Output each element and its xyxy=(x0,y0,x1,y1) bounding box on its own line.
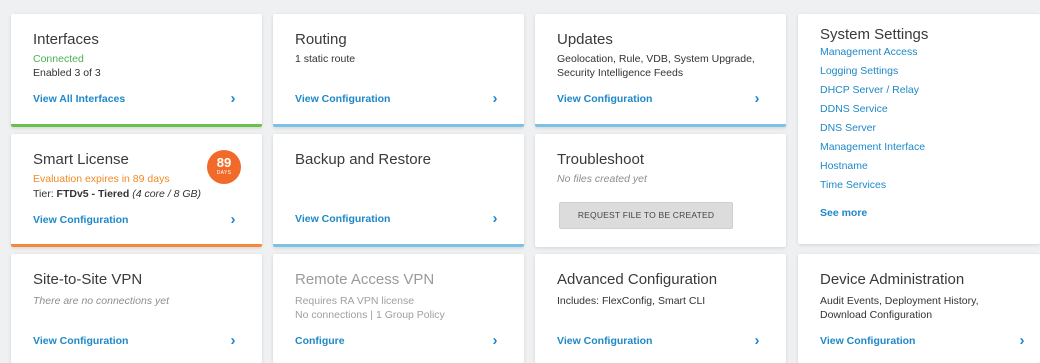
advanced-configuration-card: Advanced Configuration Includes: FlexCon… xyxy=(535,254,786,363)
updates-line1: Geolocation, Rule, VDB, System Upgrade, xyxy=(557,53,755,65)
interfaces-card: Interfaces Connected Enabled 3 of 3 View… xyxy=(11,14,262,127)
days-remaining-badge: 89 DAYS xyxy=(207,150,241,184)
system-settings-card: System Settings Management Access Loggin… xyxy=(798,14,1040,244)
advanced-view-configuration-link[interactable]: View Configuration xyxy=(557,335,652,347)
site-to-site-vpn-title: Site-to-Site VPN xyxy=(33,271,143,288)
site-to-site-vpn-card: Site-to-Site VPN There are no connection… xyxy=(11,254,262,363)
request-file-button[interactable]: REQUEST FILE TO BE CREATED xyxy=(559,202,733,229)
management-access-link[interactable]: Management Access xyxy=(820,46,917,58)
updates-card: Updates Geolocation, Rule, VDB, System U… xyxy=(535,14,786,127)
chevron-right-icon[interactable]: › xyxy=(227,91,239,106)
status-bar xyxy=(11,124,262,127)
interfaces-status: Connected xyxy=(33,53,84,65)
interfaces-enabled-count: Enabled 3 of 3 xyxy=(33,67,101,79)
system-settings-title: System Settings xyxy=(820,26,929,43)
backup-restore-card: Backup and Restore View Configuration › xyxy=(273,134,524,247)
troubleshoot-card: Troubleshoot No files created yet xyxy=(535,134,786,247)
evaluation-expiry-text: Evaluation expires in 89 days xyxy=(33,173,170,185)
backup-restore-title: Backup and Restore xyxy=(295,151,431,168)
updates-line2: Security Intelligence Feeds xyxy=(557,67,684,79)
chevron-right-icon[interactable]: › xyxy=(751,91,763,106)
device-administration-card: Device Administration Audit Events, Depl… xyxy=(798,254,1040,363)
updates-title: Updates xyxy=(557,31,613,48)
chevron-right-icon[interactable]: › xyxy=(751,333,763,348)
status-bar xyxy=(535,124,786,127)
badge-number: 89 xyxy=(216,155,232,170)
chevron-right-icon[interactable]: › xyxy=(489,211,501,226)
chevron-right-icon[interactable]: › xyxy=(1016,333,1028,348)
time-services-link[interactable]: Time Services xyxy=(820,179,886,191)
device-administration-title: Device Administration xyxy=(820,271,965,288)
device-admin-view-configuration-link[interactable]: View Configuration xyxy=(820,335,915,347)
routing-view-configuration-link[interactable]: View Configuration xyxy=(295,93,390,105)
remote-access-configure-link[interactable]: Configure xyxy=(295,335,345,347)
chevron-right-icon[interactable]: › xyxy=(227,212,239,227)
remote-access-vpn-card: Remote Access VPN Requires RA VPN licens… xyxy=(273,254,524,363)
dns-server-link[interactable]: DNS Server xyxy=(820,122,876,134)
troubleshoot-status: No files created yet xyxy=(557,173,647,185)
device-administration-line1: Audit Events, Deployment History, xyxy=(820,295,979,307)
smart-license-title: Smart License xyxy=(33,151,129,168)
status-bar xyxy=(273,244,524,247)
site-to-site-view-configuration-link[interactable]: View Configuration xyxy=(33,335,128,347)
view-all-interfaces-link[interactable]: View All Interfaces xyxy=(33,93,125,105)
tier-value: FTDv5 - Tiered xyxy=(56,188,130,200)
dhcp-server-relay-link[interactable]: DHCP Server / Relay xyxy=(820,84,919,96)
routing-summary: 1 static route xyxy=(295,53,356,65)
tier-detail: (4 core / 8 GB) xyxy=(129,188,202,200)
status-bar xyxy=(273,124,524,127)
logging-settings-link[interactable]: Logging Settings xyxy=(820,65,898,77)
interfaces-title: Interfaces xyxy=(33,31,99,48)
routing-title: Routing xyxy=(295,31,347,48)
troubleshoot-title: Troubleshoot xyxy=(557,151,644,168)
management-interface-link[interactable]: Management Interface xyxy=(820,141,925,153)
advanced-configuration-summary: Includes: FlexConfig, Smart CLI xyxy=(557,295,706,307)
chevron-right-icon[interactable]: › xyxy=(489,91,501,106)
remote-access-license-text: Requires RA VPN license xyxy=(295,295,415,307)
status-bar xyxy=(11,244,262,247)
ddns-service-link[interactable]: DDNS Service xyxy=(820,103,888,115)
advanced-configuration-title: Advanced Configuration xyxy=(557,271,718,288)
routing-card: Routing 1 static route View Configuratio… xyxy=(273,14,524,127)
license-tier: Tier: FTDv5 - Tiered (4 core / 8 GB) xyxy=(33,187,201,201)
hostname-link[interactable]: Hostname xyxy=(820,160,868,172)
remote-access-vpn-title: Remote Access VPN xyxy=(295,271,435,288)
tier-label: Tier: xyxy=(33,188,57,200)
site-to-site-vpn-status: There are no connections yet xyxy=(33,295,169,307)
updates-view-configuration-link[interactable]: View Configuration xyxy=(557,93,652,105)
chevron-right-icon[interactable]: › xyxy=(227,333,239,348)
badge-unit: DAYS xyxy=(216,170,232,176)
remote-access-connections-text: No connections | 1 Group Policy xyxy=(295,309,445,321)
backup-view-configuration-link[interactable]: View Configuration xyxy=(295,213,390,225)
chevron-right-icon[interactable]: › xyxy=(489,333,501,348)
see-more-link[interactable]: See more xyxy=(820,207,867,219)
smart-license-view-configuration-link[interactable]: View Configuration xyxy=(33,214,128,226)
device-administration-line2: Download Configuration xyxy=(820,309,933,321)
